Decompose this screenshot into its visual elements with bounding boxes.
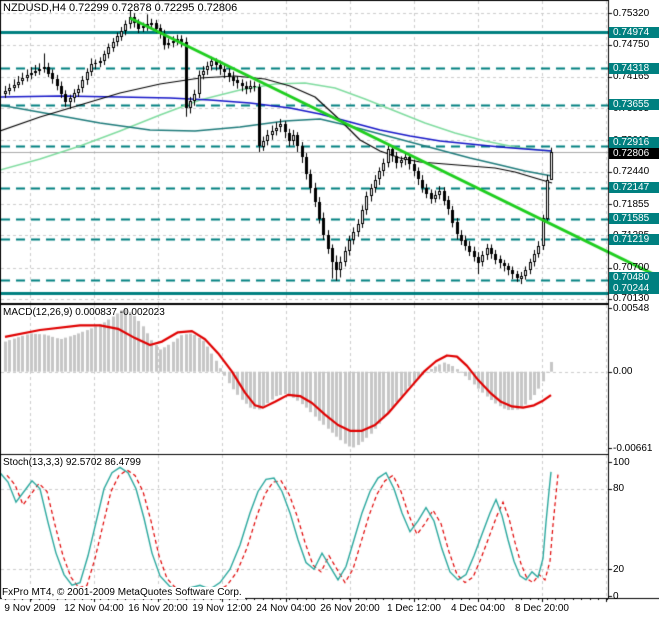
- price-level-badge: 0.72147: [609, 182, 659, 194]
- price-level-badge: 0.74974: [609, 26, 659, 38]
- stoch-axis-label: 100: [613, 456, 630, 468]
- stoch-axis-label: 0: [613, 590, 619, 602]
- stoch-axis-label: 20: [613, 563, 625, 575]
- macd-axis-label: 0.00: [613, 366, 633, 378]
- stoch-indicator-label: Stoch(13,3,3) 92.5702 86.4799: [3, 457, 141, 468]
- price-level-badge: 0.70480: [609, 271, 659, 283]
- price-level-badge: 0.71585: [609, 213, 659, 225]
- price-level-badge: 0.73655: [609, 99, 659, 111]
- macd-axis-label: 0.00548: [613, 302, 650, 314]
- price-level-badge: 0.72916: [609, 137, 659, 148]
- macd-indicator-label: MACD(12,26,9) 0.000837 -0.002023: [3, 307, 165, 318]
- time-axis-label: 8 Dec 20:00: [515, 603, 569, 614]
- price-level-badge: 0.71219: [609, 233, 659, 245]
- current-price-badge: 0.72806: [609, 148, 659, 159]
- mt4-chart-window: NZDUSD,H4 0.72299 0.72878 0.72295 0.7280…: [0, 0, 659, 620]
- macd-axis-label: -0.00661: [613, 442, 653, 454]
- copyright-text: FxPro MT4, © 2001-2009 MetaQuotes Softwa…: [2, 587, 245, 599]
- price-level-badge: 0.70244: [609, 283, 659, 294]
- price-axis-label: 0.71855: [613, 198, 650, 210]
- chart-title-ohlc: NZDUSD,H4 0.72299 0.72878 0.72295 0.7280…: [3, 2, 238, 14]
- price-axis-label: 0.74750: [613, 39, 650, 51]
- price-level-badge: 0.74318: [609, 62, 659, 74]
- stoch-axis-label: 80: [613, 483, 625, 495]
- price-axis-label: 0.72440: [613, 166, 650, 178]
- price-axis-label: 0.75320: [613, 7, 650, 19]
